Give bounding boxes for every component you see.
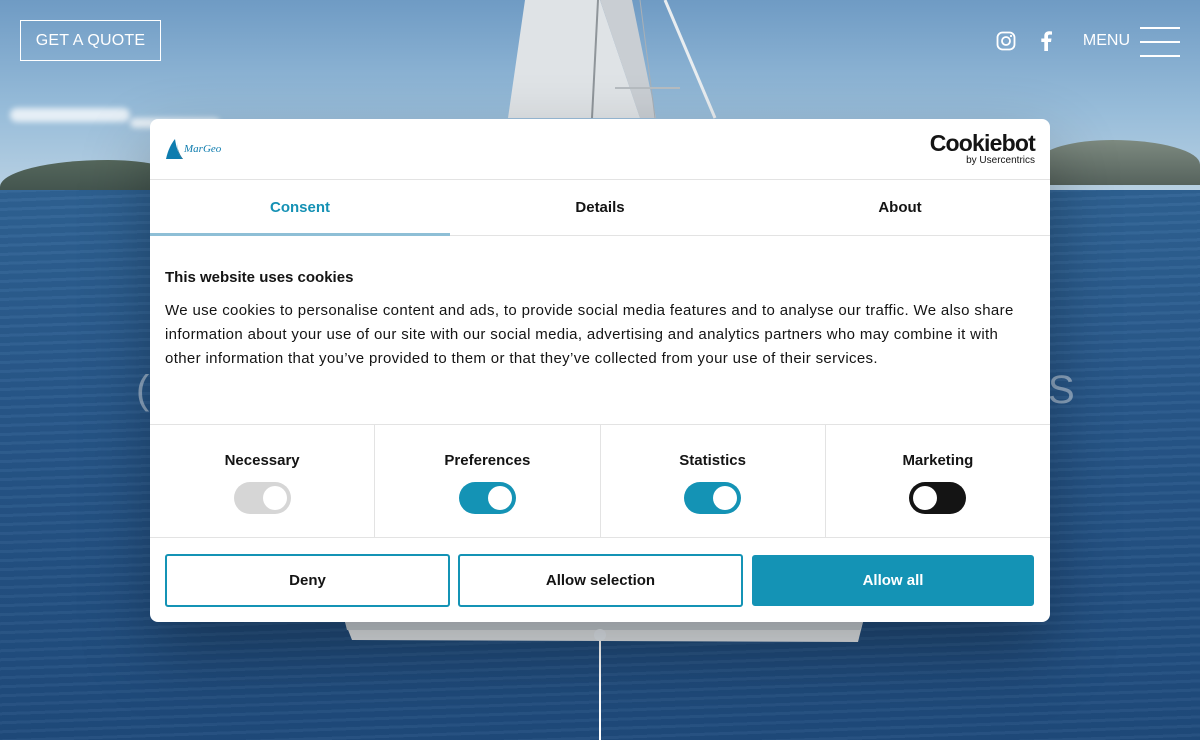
- toggle-group-necessary: Necessary: [150, 425, 376, 537]
- toggle-label-preferences: Preferences: [444, 452, 531, 469]
- active-tab-indicator: [150, 233, 450, 236]
- toggle-label-necessary: Necessary: [224, 452, 300, 469]
- dialog-header: MarGeo Cookiebot by Usercentrics: [150, 119, 1050, 180]
- allow-selection-button[interactable]: Allow selection: [458, 554, 743, 607]
- marketing-toggle[interactable]: [909, 482, 967, 514]
- cookiebot-logo[interactable]: Cookiebot by Usercentrics: [929, 130, 1036, 166]
- allow-all-button[interactable]: Allow all: [752, 555, 1034, 606]
- tab-consent[interactable]: Consent: [150, 180, 450, 235]
- margeo-logo: MarGeo: [165, 134, 221, 164]
- statistics-toggle[interactable]: [684, 482, 742, 514]
- cookie-consent-dialog: MarGeo Cookiebot by Usercentrics Consent…: [150, 119, 1050, 622]
- necessary-toggle[interactable]: [233, 482, 291, 514]
- scroll-indicator-dot[interactable]: [594, 629, 606, 641]
- hamburger-menu-icon[interactable]: [1140, 26, 1180, 57]
- consent-body: This website uses cookies We use cookies…: [150, 236, 1050, 425]
- hero-title-fragment-left: (: [136, 368, 150, 412]
- top-nav: MENU: [995, 26, 1180, 57]
- menu-label[interactable]: MENU: [1083, 32, 1130, 50]
- dialog-actions: Deny Allow selection Allow all: [150, 538, 1050, 607]
- toggle-label-marketing: Marketing: [902, 452, 974, 469]
- scroll-indicator-line: [599, 630, 601, 740]
- instagram-icon[interactable]: [995, 30, 1017, 52]
- cookiebot-by: by Usercentrics: [966, 155, 1035, 166]
- cookie-category-toggles: Necessary Preferences Statistics Marketi…: [150, 425, 1050, 538]
- preferences-toggle[interactable]: [458, 482, 516, 514]
- toggle-group-marketing: Marketing: [826, 425, 1050, 537]
- tab-details[interactable]: Details: [450, 180, 750, 235]
- dialog-tabs: Consent Details About: [150, 180, 1050, 236]
- deny-button[interactable]: Deny: [165, 554, 450, 607]
- cookiebot-name: Cookiebot: [929, 130, 1036, 156]
- tab-about[interactable]: About: [750, 180, 1050, 235]
- toggle-label-statistics: Statistics: [679, 452, 746, 469]
- logo-text: MarGeo: [184, 143, 222, 155]
- toggle-group-preferences: Preferences: [375, 425, 601, 537]
- consent-text: We use cookies to personalise content an…: [165, 302, 1014, 367]
- hero-title-fragment-right: S: [1048, 368, 1075, 412]
- margeo-sail-icon: [166, 139, 183, 159]
- facebook-icon[interactable]: [1035, 30, 1057, 52]
- consent-heading: This website uses cookies: [165, 269, 354, 286]
- toggle-group-statistics: Statistics: [601, 425, 826, 537]
- get-a-quote-button[interactable]: GET A QUOTE: [20, 20, 161, 61]
